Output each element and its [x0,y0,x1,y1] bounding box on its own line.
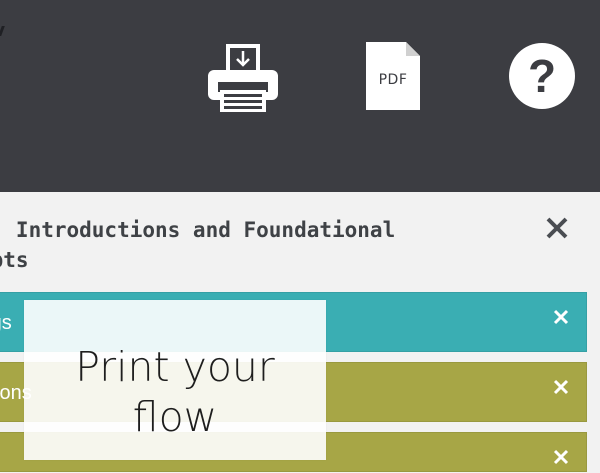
close-icon [553,449,569,465]
print-button[interactable] [206,42,280,114]
print-flow-text: Print your flow [75,343,275,441]
pdf-label: PDF [378,72,408,88]
panel-close-button[interactable] [543,214,571,242]
corner-mark [0,26,5,36]
help-button[interactable]: ? [508,42,576,110]
close-icon [546,217,568,239]
item-remove-button[interactable] [550,376,572,398]
help-glyph: ? [528,50,556,102]
item-remove-button[interactable] [550,306,572,328]
top-toolbar: PDF ? [0,0,600,192]
close-icon [553,379,569,395]
print-download-icon [208,44,278,112]
panel-title: 1: Introductions and Foundational epts [0,218,396,272]
print-flow-tooltip: Print your flow [24,300,326,460]
list-item-label: ings [0,312,12,334]
close-icon [553,309,569,325]
help-circle-icon: ? [509,43,575,109]
pdf-export-button[interactable]: PDF [364,42,422,112]
item-remove-button[interactable] [550,446,572,468]
